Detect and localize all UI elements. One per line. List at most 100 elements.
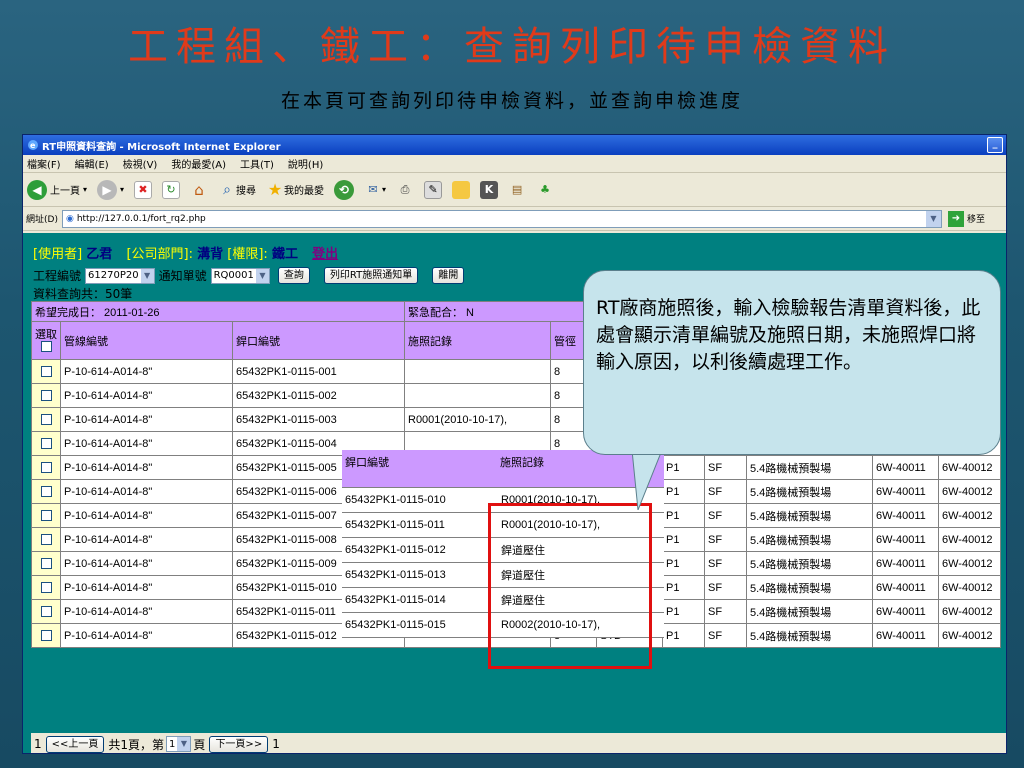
zoom-col-weld: 銲口編號 — [345, 457, 389, 469]
favorites-button[interactable]: ★ 我的最愛 — [266, 180, 324, 199]
leave-button[interactable]: 離開 — [432, 267, 465, 284]
zoom-weld-cell: 65432PK1-0115-013 — [345, 569, 446, 581]
search-icon: ⌕ — [223, 181, 231, 198]
record-count: 資料查詢共：50筆 — [33, 287, 133, 301]
page-icon: ◉ — [65, 213, 74, 224]
row-checkbox[interactable] — [40, 558, 52, 570]
row-checkbox[interactable] — [40, 606, 52, 618]
notice-label: 通知單號 — [158, 269, 207, 283]
perm-value: 鐵工 — [271, 247, 298, 262]
table-cell: 5.4路機械預製場 — [746, 503, 873, 528]
col-pipe: 管線編號 — [60, 321, 233, 360]
table-cell: 5.4路機械預製場 — [746, 455, 873, 480]
research-button[interactable]: ▤ — [508, 181, 526, 199]
next-page-button[interactable]: 下一頁>> — [209, 735, 269, 753]
edit-icon: ✎ — [424, 180, 443, 199]
history-button[interactable]: ⟲ — [334, 179, 355, 200]
refresh-button[interactable]: ↻ — [162, 180, 181, 199]
pager-trailing: 1 — [272, 737, 280, 751]
folder-icon — [452, 180, 471, 199]
title-bar: e RT申照資料查詢 - Microsoft Internet Explorer… — [23, 135, 1006, 155]
slide-subtitle: 在本頁可查詢列印待申檢資料，並查詢申檢進度 — [280, 90, 743, 112]
table-cell: P1 — [662, 623, 705, 648]
row-select-cell — [31, 575, 61, 600]
table-cell: P-10-614-A014-8" — [60, 479, 233, 504]
slide-title: 工程組、鐵工：查詢列印待申檢資料 — [128, 24, 896, 70]
go-button[interactable]: ➜ 移至 — [947, 210, 985, 227]
project-select[interactable]: 61270P20 ▼ — [85, 267, 155, 284]
row-checkbox[interactable] — [40, 438, 52, 450]
folder-button[interactable] — [452, 180, 471, 199]
mail-button[interactable]: ✉ ▾ — [364, 181, 386, 199]
row-select-cell — [31, 359, 61, 384]
table-cell: 6W-40012 — [938, 527, 1001, 552]
row-checkbox[interactable] — [40, 414, 52, 426]
zoom-weld-cell: 65432PK1-0115-012 — [345, 544, 446, 556]
notice-value: RQ0001 — [213, 270, 254, 281]
mail-icon: ✉ — [368, 183, 378, 196]
table-cell: SF — [704, 479, 747, 504]
menu-edit[interactable]: 編輯(E) — [75, 156, 109, 171]
home-button[interactable]: ⌂ — [190, 181, 208, 199]
row-select-cell — [31, 503, 61, 528]
book-icon: ▤ — [511, 183, 523, 196]
project-label: 工程編號 — [33, 269, 82, 283]
page-select[interactable]: 1 ▼ — [166, 736, 192, 752]
table-cell: 5.4路機械預製場 — [746, 527, 873, 552]
table-cell: P1 — [662, 551, 705, 576]
chevron-down-icon: ▼ — [177, 737, 191, 751]
minimize-button[interactable]: _ — [987, 137, 1003, 153]
zoom-weld-cell: 65432PK1-0115-014 — [345, 594, 446, 606]
history-icon: ⟲ — [334, 179, 355, 200]
stop-button[interactable]: ✖ — [134, 180, 153, 199]
messenger-button[interactable]: ♣ — [536, 181, 554, 199]
logout-link[interactable]: 登出 — [312, 247, 338, 262]
menu-tools[interactable]: 工具(T) — [240, 156, 274, 171]
row-checkbox[interactable] — [40, 486, 52, 498]
pager-total: 共1頁，第 — [108, 737, 165, 752]
print-button[interactable]: ⎙ — [396, 181, 414, 199]
table-cell: SF — [704, 551, 747, 576]
menu-favorites[interactable]: 我的最愛(A) — [171, 156, 226, 171]
go-arrow-icon: ➜ — [947, 210, 964, 227]
menu-help[interactable]: 說明(H) — [288, 156, 323, 171]
row-checkbox[interactable] — [40, 630, 52, 642]
k-button[interactable]: K — [480, 180, 499, 199]
table-cell: 6W-40011 — [872, 455, 939, 480]
url-text: http://127.0.0.1/fort_rq2.php — [76, 213, 206, 224]
row-checkbox[interactable] — [40, 510, 52, 522]
back-button[interactable]: ◀ 上一頁 ▾ — [27, 179, 87, 200]
col-weld: 銲口編號 — [232, 321, 405, 360]
query-controls: 工程編號 61270P20 ▼ 通知單號 RQ0001 ▼ 查詢 列印RT施照通知單… — [33, 267, 468, 284]
row-checkbox[interactable] — [40, 366, 52, 378]
table-cell — [404, 383, 551, 408]
search-button[interactable]: ⌕ 搜尋 — [218, 181, 256, 199]
row-checkbox[interactable] — [40, 582, 52, 594]
menu-view[interactable]: 檢視(V) — [123, 156, 158, 171]
query-button[interactable]: 查詢 — [277, 267, 310, 284]
table-cell: 65432PK1-0115-002 — [232, 383, 405, 408]
table-cell: 65432PK1-0115-001 — [232, 359, 405, 384]
print-notice-button[interactable]: 列印RT施照通知單 — [323, 267, 419, 284]
row-checkbox[interactable] — [40, 534, 52, 546]
address-input[interactable]: ◉ http://127.0.0.1/fort_rq2.php ▼ — [61, 209, 942, 228]
go-label: 移至 — [966, 215, 985, 225]
edit-button[interactable]: ✎ — [424, 180, 443, 199]
prev-page-button[interactable]: <<上一頁 — [45, 735, 105, 753]
star-icon: ★ — [267, 180, 283, 199]
table-cell: P-10-614-A014-8" — [60, 599, 233, 624]
stop-icon: ✖ — [134, 180, 153, 199]
menu-file[interactable]: 檔案(F) — [27, 156, 61, 171]
address-bar: 網址(D) ◉ http://127.0.0.1/fort_rq2.php ▼ … — [23, 207, 1006, 231]
forward-button[interactable]: ▶ ▾ — [97, 179, 124, 200]
select-header-label: 選取 — [35, 328, 57, 341]
ie-icon: e — [28, 140, 38, 150]
notice-select[interactable]: RQ0001 ▼ — [210, 267, 270, 284]
table-cell: 6W-40011 — [872, 503, 939, 528]
select-all-checkbox[interactable] — [40, 341, 52, 353]
row-checkbox[interactable] — [40, 462, 52, 474]
table-cell: 6W-40011 — [872, 599, 939, 624]
row-checkbox[interactable] — [40, 390, 52, 402]
table-cell: SF — [704, 527, 747, 552]
chevron-down-icon[interactable]: ▼ — [925, 210, 941, 227]
